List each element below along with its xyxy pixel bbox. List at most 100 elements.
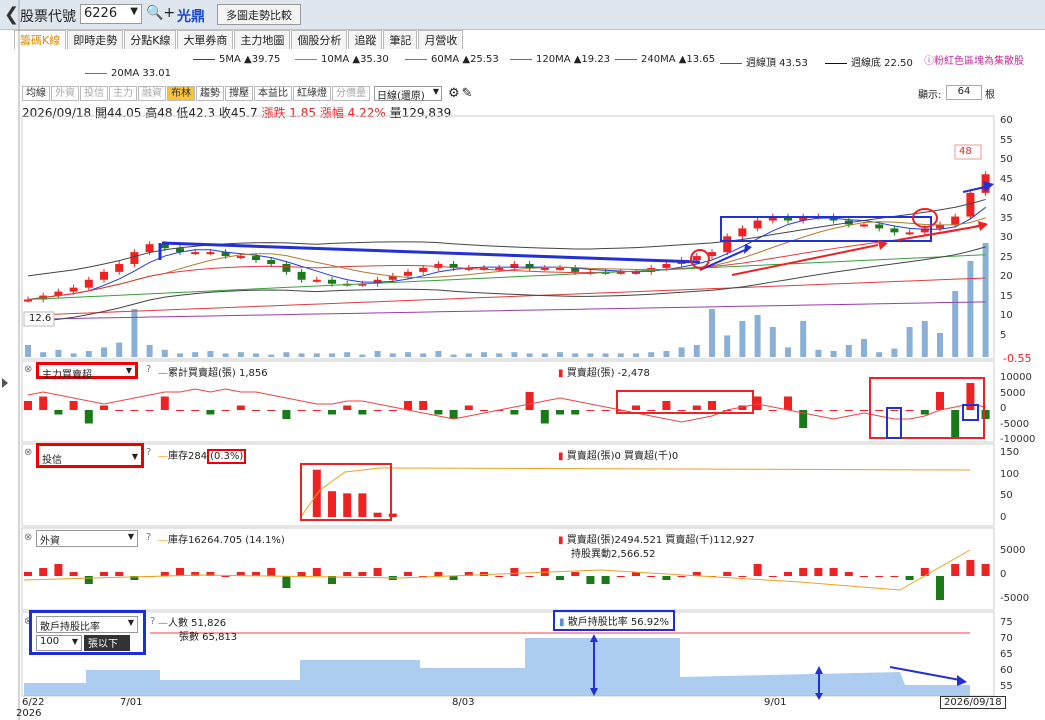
axis-tick-label: 45 (1000, 173, 1013, 185)
ma10-line (27, 217, 986, 301)
volume-bar (222, 353, 229, 357)
volume-bar (344, 352, 351, 357)
p1-bar (84, 410, 93, 424)
candle-body (419, 267, 428, 272)
volume-bar (237, 352, 244, 357)
candle-body (556, 267, 564, 270)
axis-tick-label: 40 (1000, 193, 1013, 204)
p1-bar (252, 410, 260, 411)
retail-select-group: 散戶持股比率 ▼ 100 ▼ 張以下 (29, 610, 146, 655)
p3-bar (905, 576, 914, 580)
close-icon[interactable]: ⊗ (24, 364, 32, 375)
axis-tick-label: 70 (1000, 633, 1013, 644)
p1-bar (951, 410, 960, 437)
p1-bar (297, 410, 306, 411)
p1-bar (434, 410, 443, 415)
p1-bar (556, 410, 564, 415)
volume-bar (55, 349, 62, 357)
p3-bar (267, 568, 276, 576)
p1-bar (39, 396, 48, 410)
chart-canvas (2, 0, 995, 720)
help-icon[interactable]: ? (146, 447, 151, 458)
p3-bar (495, 576, 504, 577)
p3-bar (738, 576, 747, 577)
volume-bar (496, 353, 503, 357)
p3-bar (39, 568, 48, 576)
p1-bar (601, 410, 610, 411)
volume-bar (450, 354, 457, 357)
p3-bar (860, 576, 868, 577)
p3-bar (525, 576, 534, 577)
p1-bar (282, 410, 291, 419)
help-icon[interactable]: ? (146, 364, 151, 375)
candle-body (130, 252, 139, 264)
p2-leg2-text: 買賣超(張)0 買賣超(千)0 (566, 451, 679, 462)
candle-body (252, 256, 260, 261)
p3-bar (799, 568, 808, 576)
p3-bar (677, 576, 686, 577)
volume-bar (313, 353, 320, 357)
candle-body (267, 260, 276, 264)
p3-bar (115, 572, 124, 576)
volume-bar (359, 354, 366, 357)
close-icon[interactable]: ⊗ (24, 532, 32, 543)
axis-tick-label: 50 (1000, 490, 1013, 501)
p1-leg1-text: 累計買賣超(張) 1,856 (168, 368, 268, 379)
close-icon[interactable]: ⊗ (24, 447, 32, 458)
p1-bar (905, 410, 914, 411)
p3-bar (449, 576, 458, 580)
foreign-select-value: 外資 (40, 536, 60, 547)
p3-bar (160, 572, 169, 576)
p3-legend-change: 持股異動2,566.52 (571, 549, 656, 560)
candle-body (145, 244, 154, 253)
p1-bar (176, 410, 184, 411)
p1-bar (145, 410, 154, 411)
chevron-down-icon: ▼ (71, 637, 78, 646)
candle-body (297, 271, 306, 280)
p3-bar (586, 576, 595, 584)
p3-bar (312, 568, 321, 576)
volume-bar (374, 351, 381, 357)
p1-leg2-text: 買賣超(張) -2,478 (566, 368, 650, 379)
volume-bar (405, 352, 411, 357)
ma240-line (27, 301, 986, 320)
p1-bar (571, 410, 580, 415)
p3-bar (556, 576, 564, 580)
volume-bar (587, 353, 594, 357)
p1-bar (708, 401, 716, 410)
volume-bar (70, 353, 77, 357)
help-icon[interactable]: ? (150, 616, 155, 627)
help-icon[interactable]: ? (146, 532, 151, 543)
p1-bar (510, 410, 519, 415)
ma60-line (27, 254, 986, 301)
retail-threshold-select[interactable]: 100 ▼ (36, 635, 82, 651)
volume-bar (861, 339, 867, 357)
volume-bar (785, 347, 791, 357)
volume-bar (146, 345, 153, 357)
main-force-select[interactable]: 主力買賣超 ▼ (36, 362, 138, 381)
p1-bar (343, 405, 352, 410)
p3-bar (951, 564, 960, 576)
chevron-down-icon: ▼ (127, 532, 134, 541)
collapse-left-icon[interactable] (2, 378, 8, 388)
volume-bar (800, 321, 807, 357)
axis-tick-label: 5 (1000, 329, 1007, 341)
p3-inventory-line (23, 549, 971, 591)
annotation-blue-trend (158, 241, 701, 264)
axis-tick-label: 5000 (1000, 387, 1026, 399)
candle-body (282, 263, 291, 272)
trust-select[interactable]: 投信 ▼ (36, 443, 144, 468)
candle-body (312, 279, 321, 282)
p1-bar (920, 410, 929, 415)
chevron-down-icon: ▼ (127, 618, 134, 627)
main-force-select-value: 主力買賣超 (42, 370, 92, 381)
candle-body (160, 244, 169, 249)
p3-legend-inventory: —庫存16264.705 (14.1%) (158, 535, 285, 546)
foreign-select[interactable]: 外資 ▼ (36, 530, 138, 547)
volume-bar (283, 352, 290, 357)
p1-bar (312, 410, 321, 411)
p1-bar (540, 410, 549, 424)
volume-bar (891, 348, 898, 357)
retail-select[interactable]: 散戶持股比率 ▼ (36, 616, 138, 633)
candle-body (951, 216, 960, 225)
